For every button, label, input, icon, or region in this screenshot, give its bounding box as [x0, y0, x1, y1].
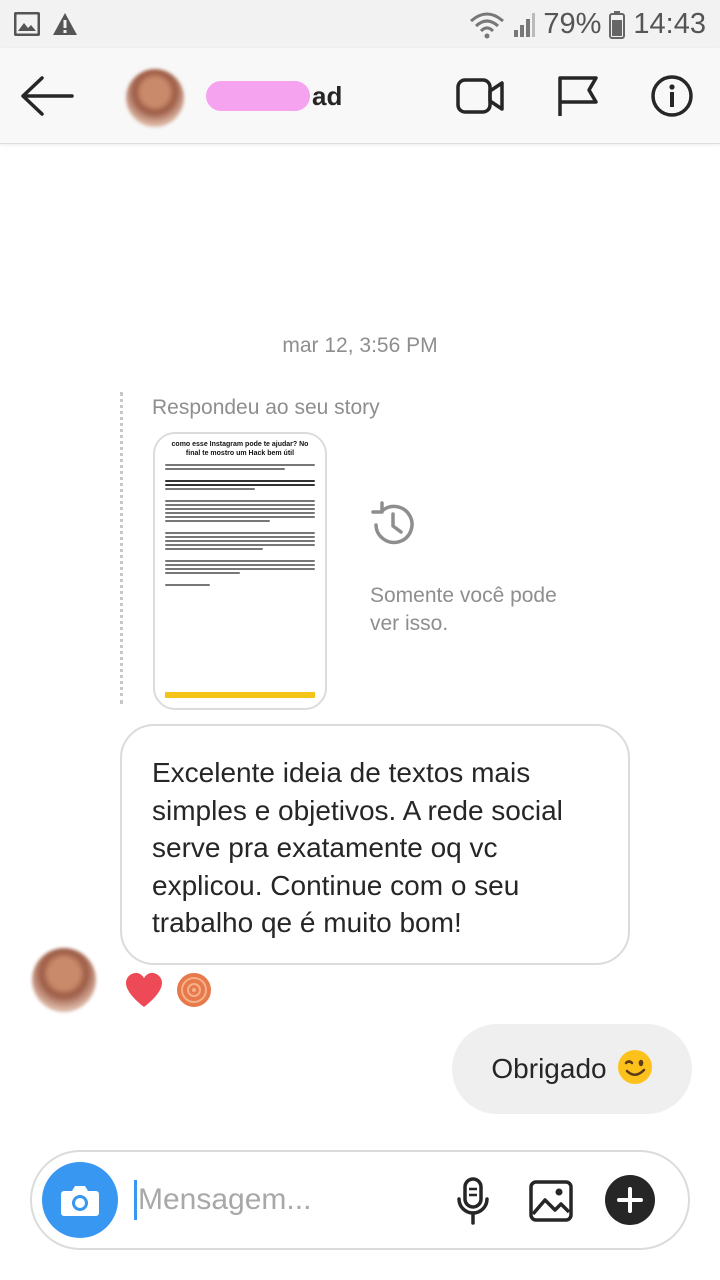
- story-reply-caption: Respondeu ao seu story: [152, 396, 380, 419]
- wink-emoji-icon: [617, 1049, 653, 1090]
- sender-avatar[interactable]: [32, 948, 96, 1012]
- flag-icon[interactable]: [556, 74, 604, 118]
- gallery-icon: [14, 12, 40, 36]
- heart-icon: [124, 972, 164, 1013]
- story-thumbnail-title: como esse Instagram pode te ajudar? No f…: [171, 441, 309, 457]
- plus-icon: [617, 1187, 643, 1213]
- history-icon: [368, 500, 418, 550]
- name-redaction: [206, 81, 310, 111]
- chat-header: ad: [0, 48, 720, 144]
- reactor-avatar: [174, 970, 214, 1015]
- status-bar: 79% 14:43: [0, 0, 720, 48]
- message-composer: [30, 1150, 690, 1250]
- message-input[interactable]: [138, 1176, 458, 1224]
- incoming-message-text: Excelente ideia de textos mais simples e…: [152, 757, 563, 938]
- story-thumbnail[interactable]: como esse Instagram pode te ajudar? No f…: [153, 432, 327, 710]
- add-attachment-button[interactable]: [605, 1175, 655, 1225]
- visibility-notice: Somente você pode ver isso.: [370, 584, 557, 635]
- battery-percent: 79%: [543, 8, 602, 40]
- warning-icon: [52, 12, 78, 36]
- microphone-icon[interactable]: [448, 1176, 498, 1226]
- outgoing-message-text: Obrigado: [491, 1053, 607, 1084]
- contact-name[interactable]: ad: [206, 78, 342, 114]
- outgoing-message-bubble[interactable]: Obrigado: [452, 1024, 692, 1114]
- video-call-icon[interactable]: [456, 74, 504, 118]
- wifi-icon: [469, 11, 505, 39]
- story-thumbnail-footer: [165, 692, 315, 698]
- contact-avatar[interactable]: [126, 69, 184, 127]
- text-cursor: [134, 1180, 137, 1220]
- story-reply-indicator: [120, 392, 123, 704]
- info-icon[interactable]: [650, 74, 698, 118]
- gallery-icon[interactable]: [526, 1176, 576, 1226]
- clock: 14:43: [633, 8, 706, 40]
- signal-icon: [513, 12, 536, 38]
- message-timestamp: mar 12, 3:56 PM: [282, 334, 438, 357]
- back-arrow-icon[interactable]: [20, 76, 74, 116]
- battery-icon: [609, 10, 626, 39]
- message-reactions[interactable]: [124, 970, 214, 1015]
- incoming-message-bubble[interactable]: Excelente ideia de textos mais simples e…: [120, 724, 630, 965]
- contact-name-text: ad: [312, 80, 343, 111]
- camera-button[interactable]: [42, 1162, 118, 1238]
- camera-icon: [61, 1186, 99, 1216]
